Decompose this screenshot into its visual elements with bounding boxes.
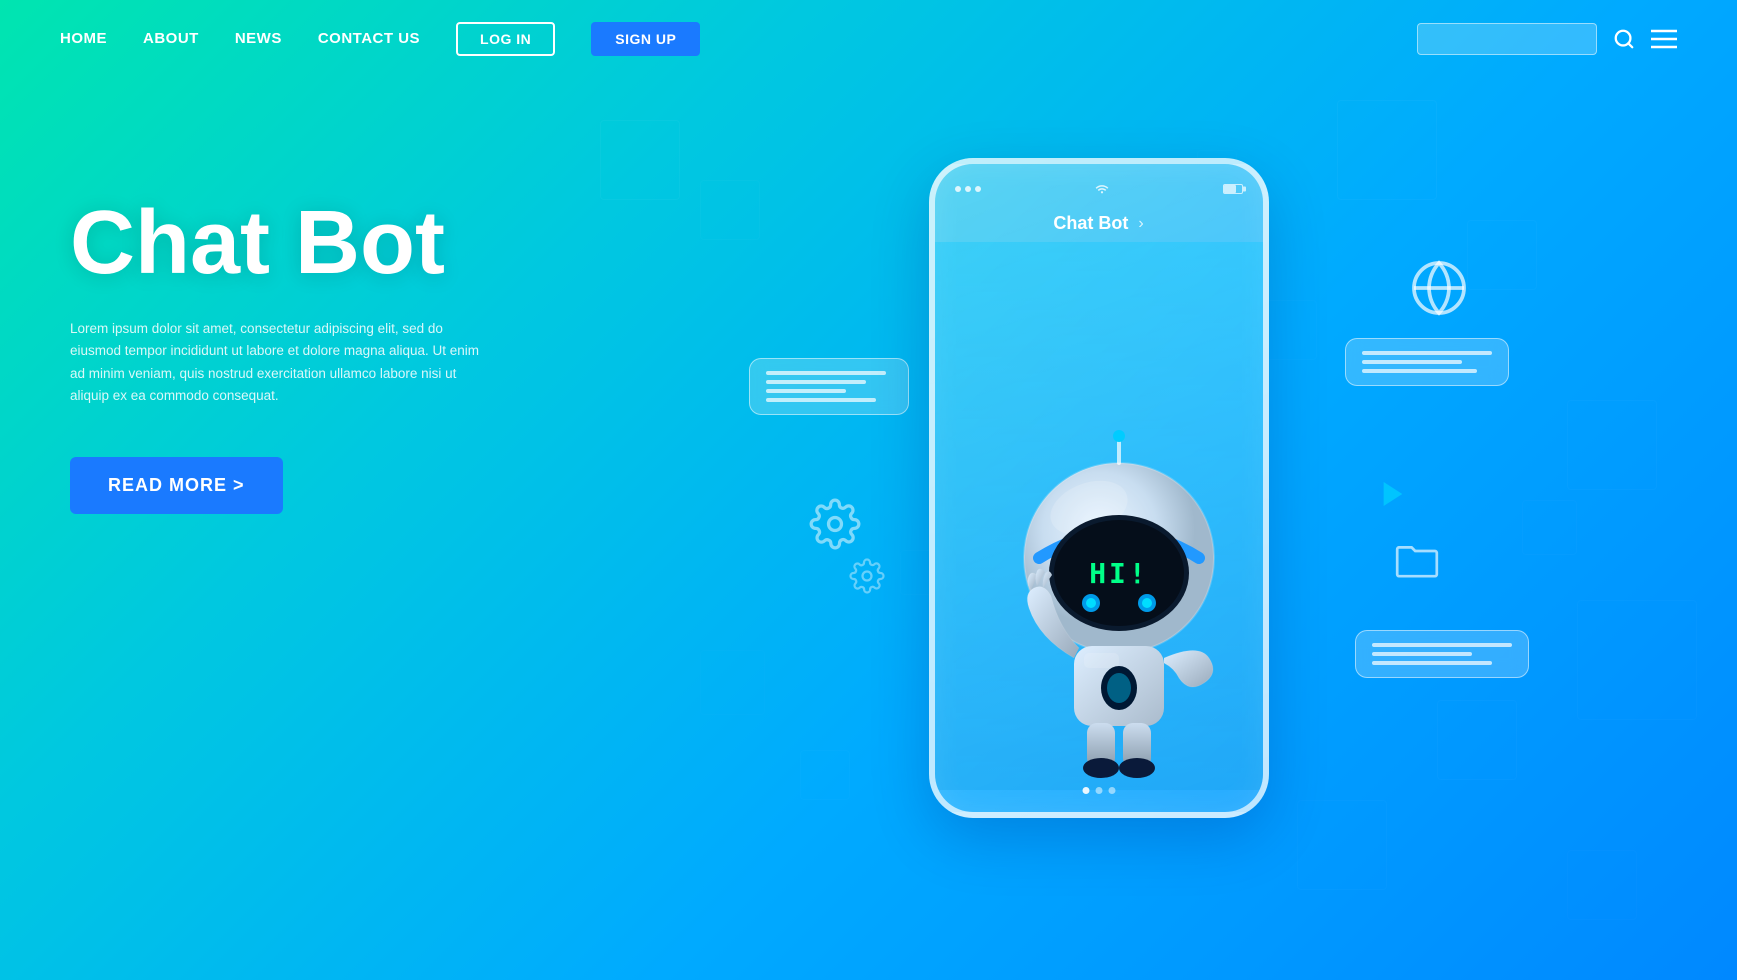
- folder-icon: [1395, 542, 1439, 588]
- phone-title-bar: Chat Bot ›: [935, 205, 1263, 242]
- gear-icon-large: [809, 498, 861, 562]
- nav-item-contact[interactable]: CONTACT US: [318, 30, 420, 48]
- nav-item-home[interactable]: HOME: [60, 30, 107, 48]
- hero-left: Chat Bot Lorem ipsum dolor sit amet, con…: [70, 118, 570, 514]
- phone-app-title: Chat Bot: [1053, 213, 1128, 234]
- search-icon-button[interactable]: [1613, 28, 1635, 50]
- phone-signal-dot: [965, 186, 971, 192]
- nav-item-about[interactable]: ABOUT: [143, 30, 199, 48]
- nav-right: [1417, 23, 1677, 55]
- gear-icon-small: [849, 558, 885, 603]
- chat-line: [1372, 643, 1512, 647]
- page-title: Chat Bot: [70, 198, 570, 288]
- chat-bubble-right-top: [1345, 338, 1509, 386]
- svg-text:HI!: HI!: [1089, 557, 1149, 590]
- chat-line: [1362, 360, 1462, 364]
- chat-bubble-left: [749, 358, 909, 415]
- phone-status-bar: [935, 164, 1263, 205]
- chat-line: [1372, 661, 1492, 665]
- phone-signal-dot: [975, 186, 981, 192]
- wifi-icon: [1093, 180, 1111, 197]
- read-more-button[interactable]: READ MorE >: [70, 457, 283, 514]
- chat-line: [766, 371, 886, 375]
- menu-icon: [1651, 28, 1677, 50]
- robot-character: HI!: [979, 428, 1259, 808]
- chat-line: [766, 380, 866, 384]
- menu-icon-button[interactable]: [1651, 28, 1677, 50]
- chat-line: [1362, 369, 1477, 373]
- hero-description: Lorem ipsum dolor sit amet, consectetur …: [70, 318, 490, 407]
- chat-line: [766, 398, 876, 402]
- nav-links: HOME ABOUT NEWS CONTACT US LOG IN SIGN U…: [60, 22, 700, 56]
- search-input[interactable]: [1417, 23, 1597, 55]
- hero-section: Chat Bot Lorem ipsum dolor sit amet, con…: [0, 78, 1737, 968]
- nav-item-news[interactable]: NEWS: [235, 30, 282, 48]
- phone-signal-dot: [955, 186, 961, 192]
- globe-icon: [1409, 258, 1469, 331]
- phone-dots: [955, 186, 981, 192]
- chat-line: [766, 389, 846, 393]
- login-button-nav[interactable]: LOG IN: [456, 22, 555, 56]
- navigation: HOME ABOUT NEWS CONTACT US LOG IN SIGN U…: [0, 0, 1737, 78]
- chat-line: [1362, 351, 1492, 355]
- phone-title-arrow: ›: [1138, 215, 1143, 233]
- search-icon: [1613, 28, 1635, 50]
- hero-right: Chat Bot ›: [570, 118, 1667, 968]
- chat-bubble-right-bottom: [1355, 630, 1529, 678]
- arrow-icon: [1377, 478, 1409, 518]
- phone-battery-icon: [1223, 184, 1243, 194]
- chat-line: [1372, 652, 1472, 656]
- robot-svg: HI!: [979, 428, 1259, 808]
- phone-mockup: Chat Bot ›: [929, 158, 1309, 838]
- signup-button-nav[interactable]: SIGN UP: [591, 22, 700, 56]
